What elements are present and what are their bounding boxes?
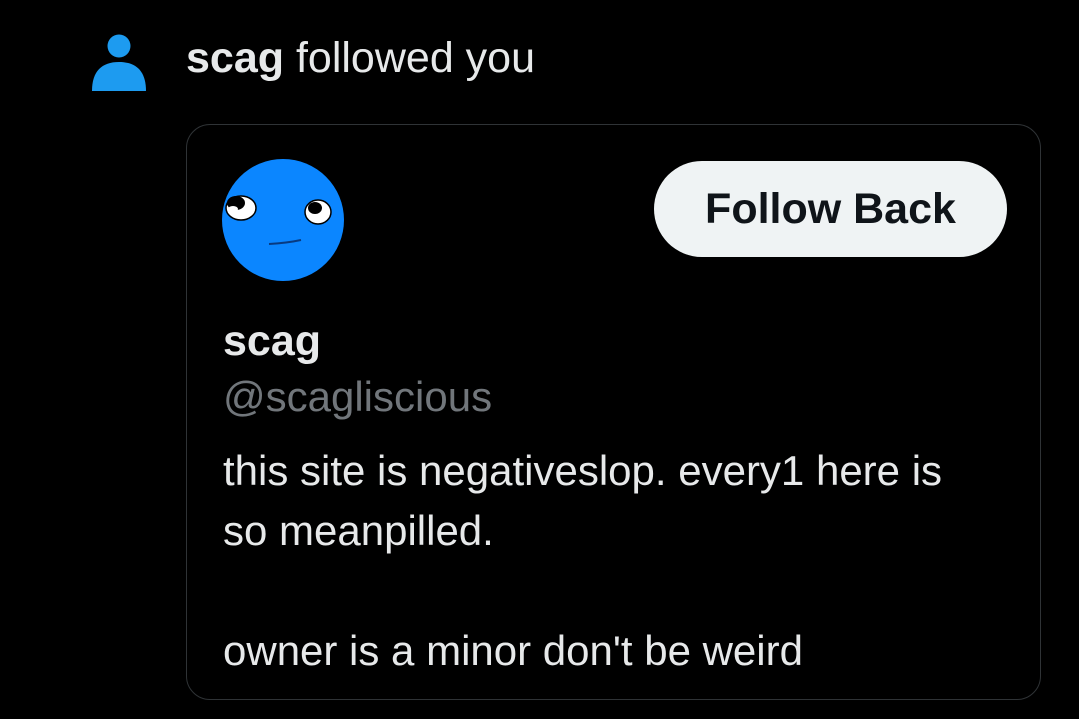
bio-line: this site is negativeslop. every1 here i… [223, 447, 943, 494]
bio-blank-line [223, 561, 1023, 621]
bio-line: owner is a minor don't be weird [223, 627, 803, 674]
user-handle[interactable]: @scagliscious [223, 371, 492, 423]
notification-action-text: followed you [295, 34, 536, 82]
display-name[interactable]: scag [223, 315, 321, 367]
follow-notification[interactable]: scag followed you Follow Back scag @scag… [0, 0, 1079, 719]
notification-headline: scag followed you [186, 30, 535, 86]
person-icon [92, 34, 146, 91]
user-bio: this site is negativeslop. every1 here i… [223, 441, 1023, 681]
user-card[interactable]: Follow Back scag @scagliscious this site… [186, 124, 1041, 700]
avatar[interactable] [221, 158, 345, 282]
notification-username[interactable]: scag [186, 34, 284, 82]
bio-line: so meanpilled. [223, 507, 494, 554]
follow-back-button[interactable]: Follow Back [654, 161, 1007, 257]
